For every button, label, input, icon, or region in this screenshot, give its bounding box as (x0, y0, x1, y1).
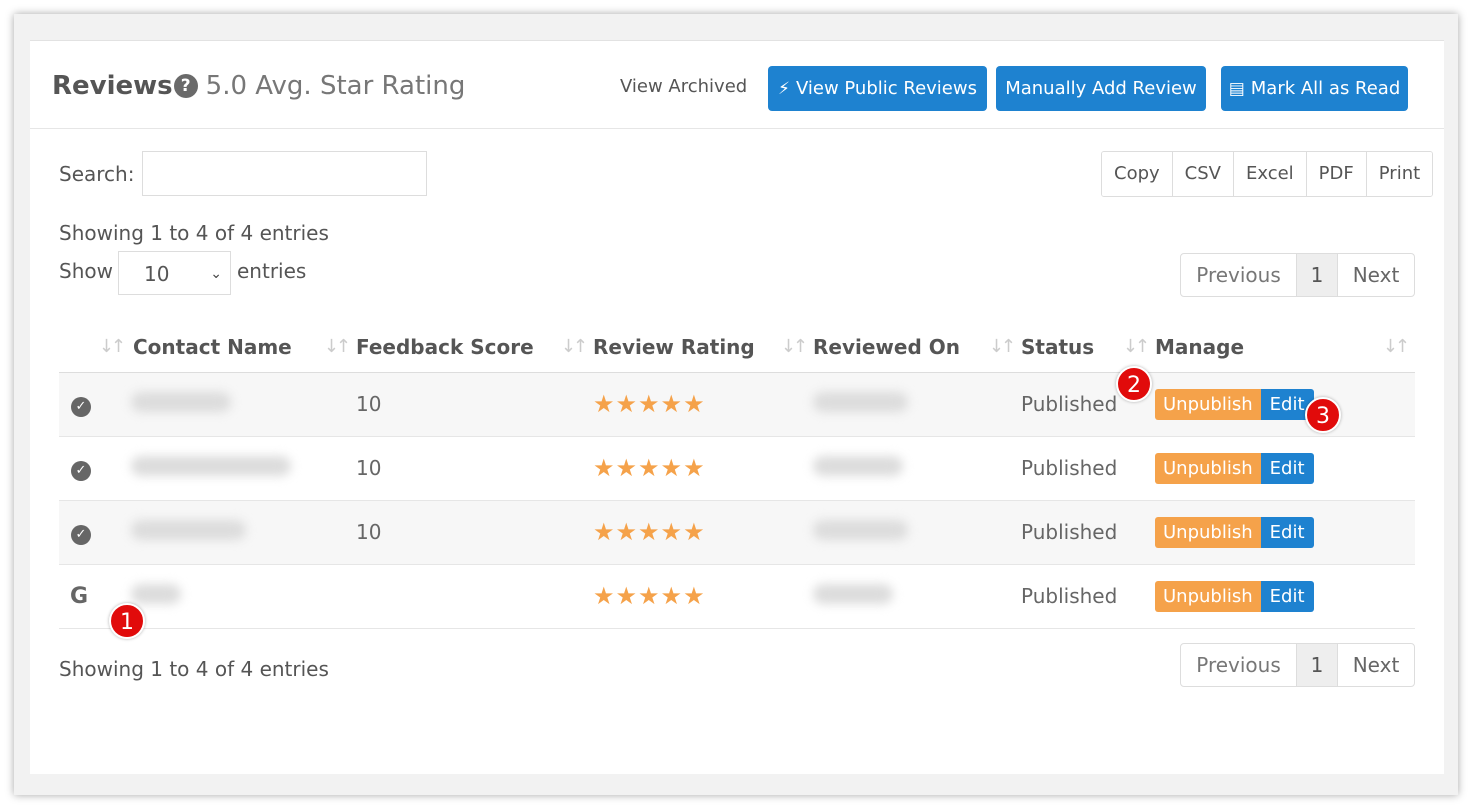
sort-icon: ↓↑ (323, 336, 351, 357)
col-contact-name[interactable]: Contact Name ↓↑ (131, 322, 356, 373)
edit-button[interactable]: Edit (1260, 516, 1314, 548)
pagination-bottom: Previous 1 Next (1180, 643, 1415, 687)
title-text: Reviews (52, 71, 173, 101)
reviews-table: ↓↑ Contact Name ↓↑ Feedback Score ↓↑ Revie… (59, 322, 1415, 629)
col-review-rating[interactable]: Review Rating ↓↑ (593, 322, 813, 373)
col-source[interactable]: ↓↑ (59, 322, 131, 373)
reviewed-on-redacted (813, 391, 908, 412)
edit-button[interactable]: Edit (1260, 452, 1314, 484)
star-rating: ★★★★★ (593, 582, 706, 610)
reviewed-on-redacted (813, 583, 893, 604)
export-buttons: Copy CSV Excel PDF Print (1101, 151, 1434, 197)
unpublish-button[interactable]: Unpublish (1155, 516, 1261, 548)
pagination-top: Previous 1 Next (1180, 253, 1415, 297)
star-rating: ★★★★★ (593, 454, 706, 482)
table-row: ✓ 10 ★★★★★ Published Unpublish Edit (59, 436, 1415, 501)
print-button[interactable]: Print (1366, 152, 1433, 196)
manually-add-review-label: Manually Add Review (1005, 78, 1197, 99)
manage-buttons: Unpublish Edit (1155, 516, 1314, 548)
panel-header: Reviews ? 5.0 Avg. Star Rating View Arch… (30, 41, 1444, 129)
contact-name-redacted (131, 519, 246, 540)
pdf-button[interactable]: PDF (1306, 152, 1367, 196)
chevron-down-icon: ⌄ (210, 266, 222, 282)
view-public-reviews-button[interactable]: ⚡ View Public Reviews (768, 66, 987, 111)
next-page-button[interactable]: Next (1338, 254, 1414, 296)
annotation-marker-2: 2 (1116, 366, 1152, 402)
status-text: Published (1021, 436, 1155, 501)
check-circle-icon: ✓ (71, 397, 91, 417)
search-input[interactable] (142, 151, 427, 196)
sort-icon: ↓↑ (780, 336, 808, 357)
reviews-panel: Reviews ? 5.0 Avg. Star Rating View Arch… (30, 40, 1444, 774)
unpublish-button[interactable]: Unpublish (1155, 452, 1261, 484)
contact-name-redacted (131, 455, 291, 476)
page-1-button[interactable]: 1 (1296, 644, 1338, 686)
table-row: G ★★★★★ Published Unpublish Edit (59, 564, 1415, 629)
feedback-score: 10 (356, 436, 593, 501)
question-circle-icon[interactable]: ? (173, 74, 198, 98)
table-row: ✓ 10 ★★★★★ Published Unpublish Edit (59, 372, 1415, 437)
copy-button[interactable]: Copy (1102, 152, 1173, 196)
annotation-marker-3: 3 (1305, 397, 1341, 433)
show-label: Show (59, 259, 113, 283)
star-rating: ★★★★★ (593, 390, 706, 418)
entries-label: entries (237, 259, 307, 283)
external-link-icon: ⚡ (778, 78, 790, 99)
contact-name-redacted (131, 391, 231, 412)
feedback-score: 10 (356, 500, 593, 565)
col-manage[interactable]: Manage ↓↑ (1155, 322, 1415, 373)
contact-name-redacted (131, 583, 181, 604)
view-public-reviews-label: View Public Reviews (795, 78, 977, 99)
col-reviewed-on[interactable]: Reviewed On ↓↑ (813, 322, 1021, 373)
check-circle-icon: ✓ (71, 525, 91, 545)
search-label: Search: (59, 162, 135, 186)
feedback-score (356, 564, 593, 629)
book-icon: ▤ (1228, 78, 1245, 99)
table-info-bottom: Showing 1 to 4 of 4 entries (59, 657, 329, 681)
col-feedback-score[interactable]: Feedback Score ↓↑ (356, 322, 593, 373)
table-row: ✓ 10 ★★★★★ Published Unpublish Edit (59, 500, 1415, 565)
sort-icon: ↓↑ (988, 336, 1016, 357)
entries-per-page-value: 10 (144, 262, 170, 286)
page-title: Reviews ? 5.0 Avg. Star Rating (52, 71, 465, 101)
mark-all-read-label: Mark All as Read (1250, 78, 1401, 99)
excel-button[interactable]: Excel (1233, 152, 1307, 196)
avg-rating: 5.0 Avg. Star Rating (205, 71, 466, 101)
table-info-top: Showing 1 to 4 of 4 entries (59, 221, 329, 245)
sort-icon: ↓↑ (98, 336, 126, 357)
star-rating: ★★★★★ (593, 518, 706, 546)
unpublish-button[interactable]: Unpublish (1155, 388, 1261, 420)
csv-button[interactable]: CSV (1172, 152, 1234, 196)
previous-page-button[interactable]: Previous (1181, 644, 1296, 686)
unpublish-button[interactable]: Unpublish (1155, 580, 1261, 612)
status-text: Published (1021, 564, 1155, 629)
reviewed-on-redacted (813, 455, 903, 476)
mark-all-read-button[interactable]: ▤ Mark All as Read (1221, 66, 1408, 111)
edit-button[interactable]: Edit (1260, 580, 1314, 612)
table-header-row: ↓↑ Contact Name ↓↑ Feedback Score ↓↑ Revie… (59, 322, 1415, 373)
sort-icon: ↓↑ (1122, 336, 1150, 357)
manually-add-review-button[interactable]: Manually Add Review (996, 66, 1206, 111)
google-icon: G (70, 583, 89, 609)
entries-per-page-select[interactable]: 10 ⌄ (118, 251, 231, 295)
manage-buttons: Unpublish Edit (1155, 452, 1314, 484)
reviewed-on-redacted (813, 519, 908, 540)
view-archived-link[interactable]: View Archived (620, 76, 747, 97)
manage-buttons: Unpublish Edit (1155, 580, 1314, 612)
check-circle-icon: ✓ (71, 461, 91, 481)
sort-icon: ↓↑ (560, 336, 588, 357)
next-page-button[interactable]: Next (1338, 644, 1414, 686)
previous-page-button[interactable]: Previous (1181, 254, 1296, 296)
status-text: Published (1021, 500, 1155, 565)
annotation-marker-1: 1 (109, 603, 145, 639)
feedback-score: 10 (356, 372, 593, 437)
manage-buttons: Unpublish Edit (1155, 388, 1314, 420)
sort-icon: ↓↑ (1382, 336, 1410, 357)
col-status[interactable]: Status ↓↑ (1021, 322, 1155, 373)
page-1-button[interactable]: 1 (1296, 254, 1338, 296)
